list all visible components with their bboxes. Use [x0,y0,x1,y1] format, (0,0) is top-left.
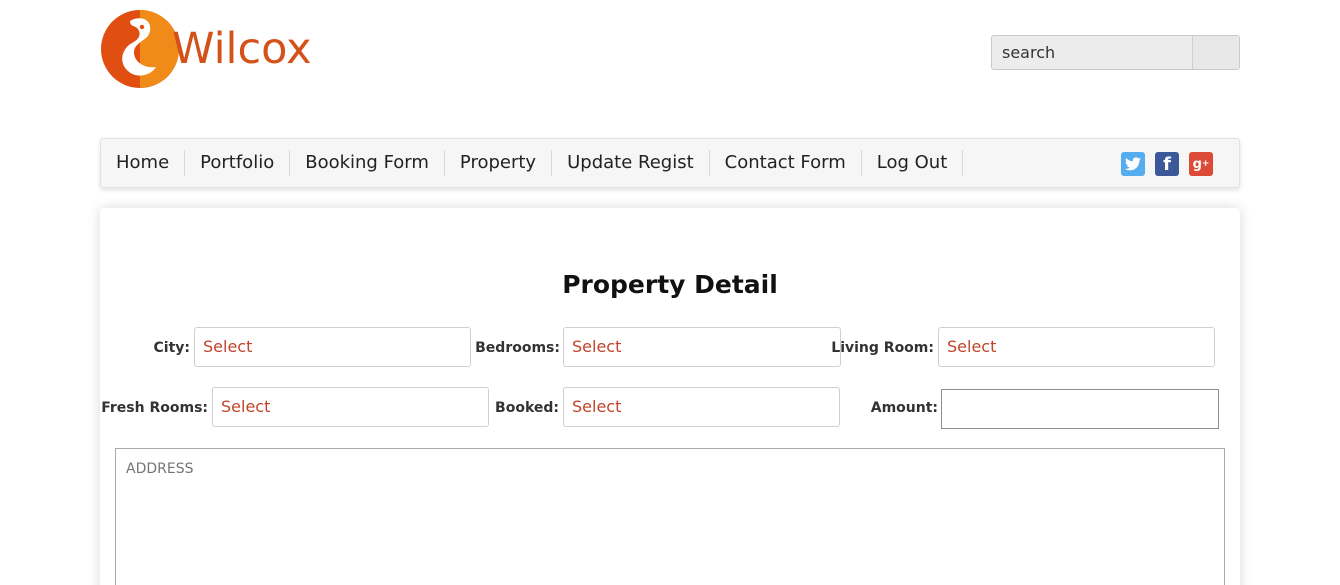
google-plus-icon[interactable]: g + [1189,152,1213,176]
search-button[interactable] [1192,36,1239,69]
city-label: City: [153,340,191,356]
facebook-icon[interactable]: f [1155,152,1179,176]
bedrooms-label: Bedrooms: [475,340,560,356]
city-select[interactable]: Select [194,327,471,367]
bird-logo-icon [101,10,179,88]
nav-item-log-out[interactable]: Log Out [862,150,964,176]
search-input[interactable] [992,36,1192,69]
booked-label: Booked: [495,400,559,416]
address-textarea[interactable] [115,448,1225,585]
living-room-select[interactable]: Select [938,327,1215,367]
nav-item-contact-form[interactable]: Contact Form [710,150,862,176]
nav-item-update-regist[interactable]: Update Regist [552,150,710,176]
bedrooms-select[interactable]: Select [563,327,841,367]
twitter-icon[interactable] [1121,152,1145,176]
amount-input[interactable] [941,389,1219,429]
amount-label: Amount: [870,400,938,416]
search-box [991,35,1240,70]
nav-item-portfolio[interactable]: Portfolio [185,150,291,176]
nav-item-home[interactable]: Home [101,150,186,176]
nav-item-property[interactable]: Property [445,150,553,176]
property-detail-panel: Property Detail City: Select Bedrooms: S… [100,208,1240,585]
main-navbar: Home Portfolio Booking Form Property Upd… [100,138,1240,188]
logo[interactable]: Wilcox [100,6,330,90]
fresh-rooms-select[interactable]: Select [212,387,489,427]
nav-item-booking-form[interactable]: Booking Form [290,150,445,176]
fresh-rooms-label: Fresh Rooms: [101,400,208,416]
living-room-label: Living Room: [831,340,934,356]
page-title: Property Detail [562,270,778,299]
booked-select[interactable]: Select [563,387,840,427]
social-links: f g + [1121,152,1213,176]
brand-name: Wilcox [172,24,312,74]
